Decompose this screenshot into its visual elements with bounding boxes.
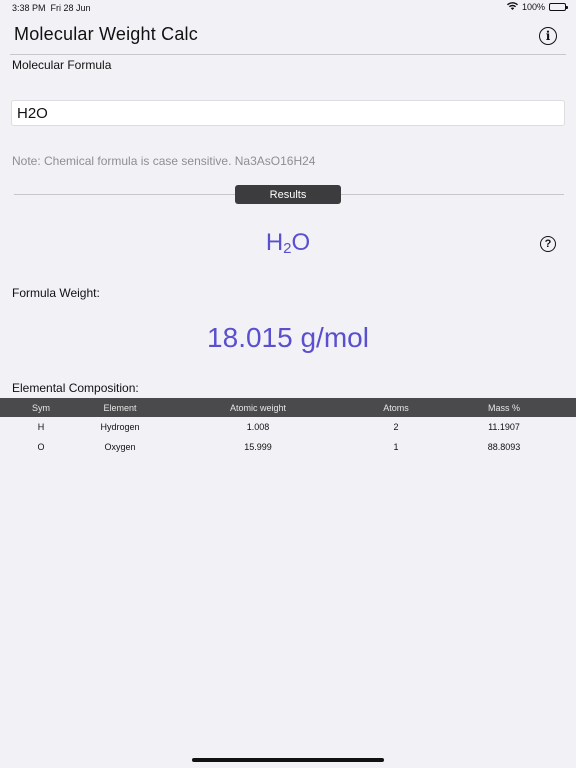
status-right: 100% [506, 2, 568, 12]
formula-weight-value: 18.015 g/mol [207, 322, 369, 353]
cell-symbol: H [37, 422, 45, 432]
table-row[interactable]: H Hydrogen 1.008 2 11.1907 [0, 417, 576, 437]
home-indicator[interactable] [192, 758, 384, 762]
battery-icon [549, 3, 568, 11]
cell-atoms: 2 [393, 422, 399, 432]
column-header: Atoms [383, 402, 409, 413]
help-icon[interactable]: ? [540, 236, 556, 252]
battery-percent: 100% [521, 2, 545, 12]
table-row[interactable]: O Oxygen 15.999 1 88.8093 [0, 437, 576, 457]
composition-label: Elemental Composition: [12, 381, 139, 395]
cell-atomic-weight: 15.999 [244, 442, 272, 452]
formula-input[interactable] [11, 100, 565, 126]
status-bar: 3:38 PM Fri 28 Jun 100% [0, 0, 576, 16]
case-sensitivity-note: Note: Chemical formula is case sensitive… [12, 154, 316, 168]
results-button[interactable]: Results [235, 185, 341, 204]
column-header: Mass % [487, 402, 520, 413]
table-header: Sym Element Atomic weight Atoms Mass % [0, 398, 576, 417]
column-header: Sym [32, 402, 50, 413]
result-formula: H2O [0, 229, 576, 257]
cell-symbol: O [37, 442, 45, 452]
formula-part: O [291, 229, 311, 256]
cell-mass-percent: 11.1907 [488, 422, 520, 432]
page-title: Molecular Weight Calc [14, 24, 198, 44]
formula-weight-label: Formula Weight: [12, 286, 100, 300]
formula-label: Molecular Formula [12, 58, 112, 72]
formula-part: H [265, 229, 284, 256]
formula-subscript: 2 [283, 240, 292, 257]
cell-element: Oxygen [104, 442, 136, 452]
nav-divider [10, 54, 566, 55]
cell-atoms: 1 [393, 442, 399, 452]
column-header: Atomic weight [229, 402, 287, 413]
cell-element: Hydrogen [100, 422, 140, 432]
wifi-icon [506, 2, 518, 12]
cell-atomic-weight: 1.008 [246, 422, 270, 432]
status-time: 3:38 PM Fri 28 Jun [12, 3, 91, 13]
composition-table: Sym Element Atomic weight Atoms Mass % H… [0, 398, 576, 457]
column-header: Element [103, 402, 137, 413]
cell-mass-percent: 88.8093 [487, 442, 521, 452]
info-icon[interactable]: i [539, 27, 557, 45]
